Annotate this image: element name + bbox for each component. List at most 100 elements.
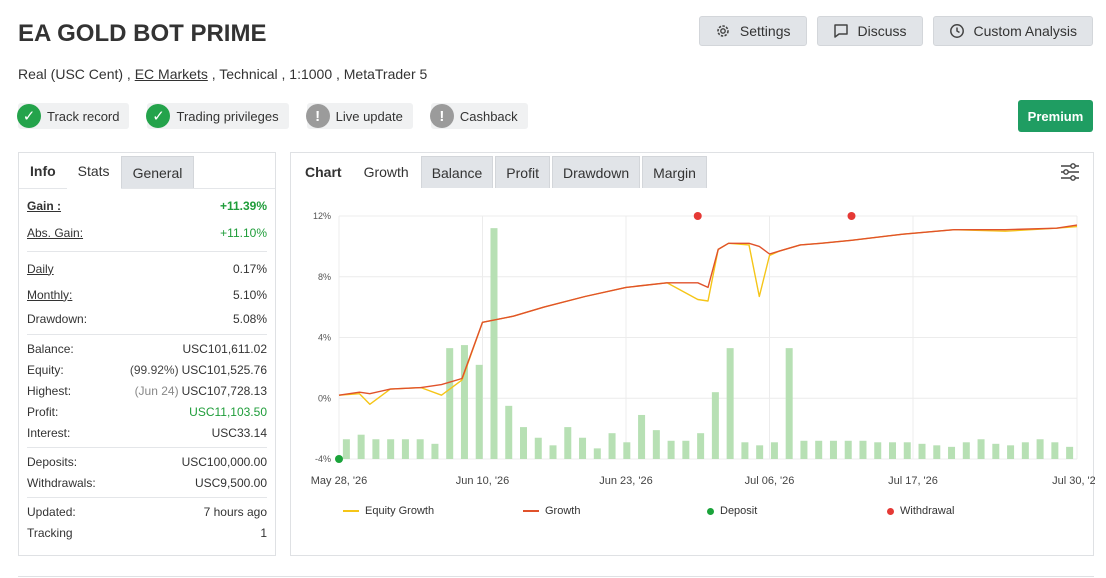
stat-profit: Profit: USC11,103.50 (27, 401, 267, 422)
exclamation-icon: ! (429, 104, 454, 128)
profit-bar (549, 445, 557, 459)
profit-bar (726, 348, 734, 459)
account-type: Real (USC Cent) , (18, 66, 131, 82)
profit-bar (962, 442, 970, 459)
stat-label: Withdrawals: (27, 475, 96, 490)
custom-analysis-label: Custom Analysis (973, 23, 1077, 39)
gear-icon (717, 25, 729, 37)
profit-bar (682, 440, 690, 459)
footer-divider (18, 576, 1094, 577)
stat-note: (99.92%) (129, 362, 179, 377)
stat-monthly: Monthly: 5.10% (27, 284, 267, 305)
badge-trading-privileges: ✓ Trading privileges (146, 103, 289, 129)
x-tick-label: Jul 06, '26 (745, 475, 795, 487)
stat-value: 1 (260, 525, 267, 540)
stat-balance: Balance: USC101,611.02 (27, 338, 267, 359)
profit-bar (800, 440, 808, 459)
exclamation-icon: ! (305, 104, 330, 128)
stat-label: Deposits: (27, 454, 78, 469)
profit-bar (741, 442, 749, 459)
profit-bar (992, 443, 1000, 459)
tab-general[interactable]: General (120, 156, 195, 188)
premium-button[interactable]: Premium (1018, 100, 1093, 132)
profit-bar (475, 364, 483, 459)
stat-withdrawals: Withdrawals: USC9,500.00 (27, 472, 267, 493)
profit-bar (770, 442, 778, 459)
tab-margin[interactable]: Margin (642, 156, 707, 188)
profit-bar (977, 439, 985, 459)
legend-equity-growth[interactable]: Equity Growth (343, 505, 434, 517)
profit-bar (372, 439, 380, 459)
clock-icon (949, 24, 964, 38)
x-tick-label: Jun 10, '26 (456, 475, 509, 487)
profit-bar (711, 392, 719, 459)
profit-bar (342, 439, 350, 459)
stat-gain: Gain : +11.39% (27, 195, 267, 216)
stat-label: Equity: (27, 362, 64, 377)
badge-label: Track record (47, 108, 120, 124)
stat-label[interactable]: Daily (27, 262, 54, 276)
y-tick-label: 4% (318, 333, 331, 343)
legend-growth[interactable]: Growth (523, 505, 580, 517)
legend-label: Equity Growth (365, 505, 435, 517)
tab-growth[interactable]: Growth (353, 156, 419, 188)
legend-label: Growth (545, 505, 581, 517)
stat-value: 5.10% (232, 287, 267, 302)
stat-value: USC101,525.76 (181, 362, 267, 377)
profit-bar (534, 437, 542, 459)
stat-label[interactable]: Monthly: (27, 288, 72, 302)
profit-bar (446, 348, 454, 459)
growth-chart: 12% 8% 4% 0% -4% May 28, '26 Jun 10, '26 Jun 23… (311, 211, 1095, 487)
profit-bar (593, 448, 601, 459)
filter-icon[interactable] (1059, 161, 1081, 183)
legend-label: Deposit (720, 505, 758, 517)
legend-withdrawal[interactable]: Withdrawal (887, 505, 954, 517)
stat-label: Updated: (27, 504, 76, 519)
stats-list: Gain : +11.39% Abs. Gain: +11.10% Daily … (19, 195, 275, 543)
tab-chart[interactable]: Chart (295, 156, 352, 188)
stat-label: Drawdown: (27, 311, 88, 326)
profit-bar (903, 442, 911, 459)
discuss-button[interactable]: Discuss (816, 16, 923, 46)
deposit-marker (335, 455, 343, 463)
withdrawal-marker (693, 212, 702, 220)
divider (27, 334, 267, 335)
stat-interest: Interest: USC33.14 (27, 422, 267, 443)
profit-bar (1036, 439, 1044, 459)
legend-label: Withdrawal (900, 505, 955, 517)
profit-bar (933, 445, 941, 459)
legend-deposit[interactable]: Deposit (707, 505, 757, 517)
comment-icon (833, 24, 848, 38)
profit-bar (520, 427, 527, 459)
broker-link[interactable]: EC Markets (135, 66, 208, 82)
profit-bar (918, 443, 926, 459)
stat-label[interactable]: Abs. Gain: (27, 226, 83, 240)
tab-balance[interactable]: Balance (420, 156, 494, 188)
stats-panel: Info Stats General Gain : +11.39% Abs. G… (18, 152, 276, 556)
stat-value: 0.17% (232, 261, 267, 276)
badge-label: Live update (335, 108, 403, 124)
custom-analysis-button[interactable]: Custom Analysis (932, 16, 1093, 46)
profit-bar (844, 440, 852, 459)
stat-label: Highest: (27, 383, 72, 398)
stat-highest: Highest: (Jun 24) USC107,728.13 (27, 380, 267, 401)
verification-badges: ✓ Track record ✓ Trading privileges ! Li… (17, 103, 528, 129)
tab-stats[interactable]: Stats (66, 153, 121, 189)
tab-drawdown[interactable]: Drawdown (551, 156, 641, 188)
tab-info[interactable]: Info (19, 153, 67, 189)
discuss-label: Discuss (857, 23, 907, 39)
stat-value: +11.10% (220, 225, 267, 240)
profit-bar (948, 446, 956, 459)
profit-bar (1007, 445, 1015, 459)
stat-value: USC100,000.00 (181, 454, 267, 469)
settings-label: Settings (739, 23, 791, 39)
profit-bar (623, 442, 631, 459)
tab-profit[interactable]: Profit (495, 156, 550, 188)
stat-abs-gain: Abs. Gain: +11.10% (27, 222, 267, 243)
stat-note: (Jun 24) (134, 383, 179, 398)
profit-bar (859, 440, 867, 459)
settings-button[interactable]: Settings (698, 16, 807, 46)
stat-label[interactable]: Gain : (27, 199, 61, 213)
withdrawal-marker (847, 212, 856, 220)
check-icon: ✓ (17, 104, 41, 128)
